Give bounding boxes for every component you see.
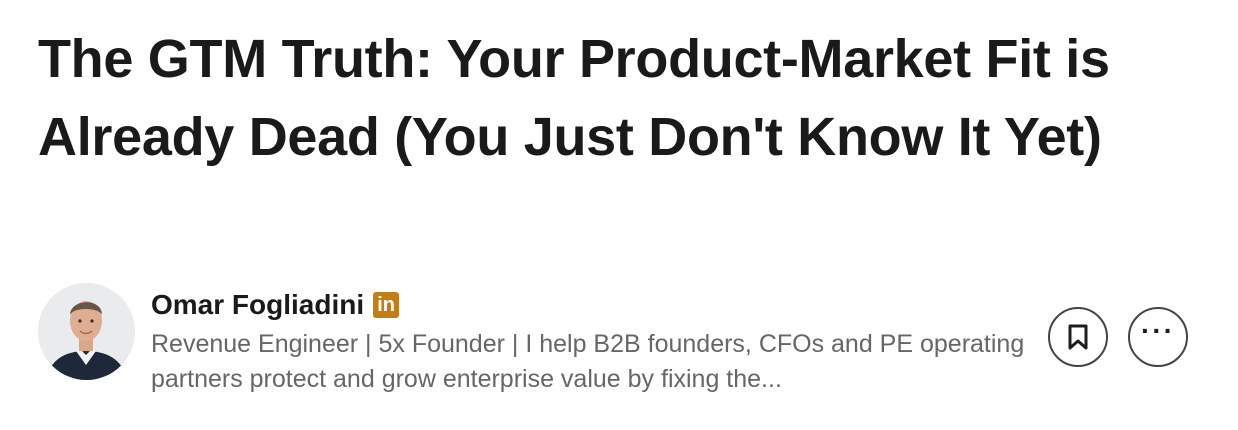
bookmark-icon bbox=[1068, 324, 1088, 350]
author-name[interactable]: Omar Fogliadini bbox=[151, 285, 364, 325]
author-headline: Revenue Engineer | 5x Founder | I help B… bbox=[151, 330, 1025, 393]
author-row: Omar Fogliadini in Revenue Engineer | 5x… bbox=[38, 283, 1198, 393]
more-icon: ··· bbox=[1141, 315, 1175, 346]
article-title: The GTM Truth: Your Product-Market Fit i… bbox=[38, 29, 1110, 167]
author-info: Omar Fogliadini in Revenue Engineer | 5x… bbox=[151, 285, 1031, 397]
linkedin-icon: in bbox=[373, 292, 400, 318]
article-header: The GTM Truth: Your Product-Market Fit i… bbox=[38, 20, 1208, 176]
author-avatar[interactable] bbox=[38, 283, 135, 380]
save-article-button[interactable] bbox=[1048, 307, 1108, 367]
author-name-line: Omar Fogliadini in bbox=[151, 285, 1031, 325]
person-photo-icon bbox=[38, 283, 135, 380]
more-options-button[interactable]: ··· bbox=[1128, 307, 1188, 367]
